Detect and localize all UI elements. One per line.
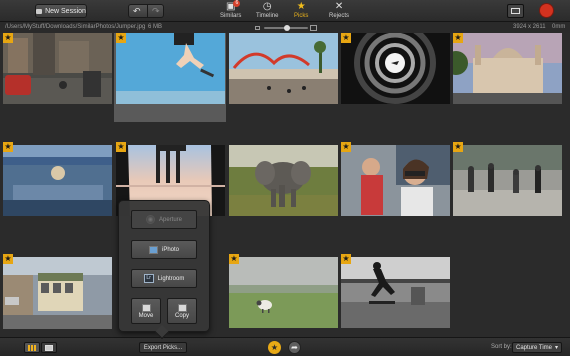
toolbar: New Session ↶ ↷ ▣ 6 Similars ◷ Timeline ★… xyxy=(0,0,570,22)
export-aperture-button[interactable]: Aperture xyxy=(131,210,197,229)
zoom-knob[interactable] xyxy=(284,25,290,31)
iphoto-icon xyxy=(148,245,158,254)
pick-flag-icon[interactable]: ★ xyxy=(116,142,126,152)
aperture-icon xyxy=(145,215,155,224)
grid-view-button[interactable] xyxy=(24,342,40,353)
clock-icon: ◷ xyxy=(262,1,272,12)
pick-flag-icon[interactable]: ★ xyxy=(116,33,126,43)
mode-rejects[interactable]: ✕ Rejects xyxy=(329,1,349,21)
fullscreen-button[interactable] xyxy=(507,4,524,18)
large-thumb-icon xyxy=(310,25,317,31)
similars-icon: ▣ 6 xyxy=(226,0,241,13)
folder-icon xyxy=(36,8,43,14)
thumb-amusement-park[interactable] xyxy=(229,33,338,104)
mode-picks[interactable]: ★ Picks xyxy=(294,1,308,21)
grid-icon xyxy=(28,344,36,351)
x-icon: ✕ xyxy=(334,1,344,12)
undo-icon[interactable]: ↶ xyxy=(129,5,144,17)
aperture-label: Aperture xyxy=(158,216,182,223)
thumb-cathedral[interactable] xyxy=(453,33,562,104)
file-size: 6 MB xyxy=(148,24,163,30)
star-icon: ★ xyxy=(296,1,306,12)
export-popover: Aperture iPhoto Lr Lightroom Move Copy xyxy=(118,200,210,340)
thumb-sheep-field[interactable] xyxy=(229,257,338,328)
pick-flag-icon[interactable]: ★ xyxy=(341,142,351,152)
iphoto-label: iPhoto xyxy=(161,246,179,253)
similars-badge: 6 xyxy=(233,0,241,7)
thumb-cable-car[interactable] xyxy=(3,257,112,329)
share-arrow-icon[interactable]: ➦ xyxy=(288,341,301,354)
pick-flag-icon[interactable]: ★ xyxy=(453,33,463,43)
pick-flag-icon[interactable]: ★ xyxy=(3,142,13,152)
screen-icon xyxy=(511,8,520,14)
sort-select[interactable]: Capture Time ▾ xyxy=(512,342,562,353)
move-button[interactable]: Move xyxy=(131,298,161,324)
copy-button[interactable]: Copy xyxy=(167,298,197,324)
single-view-button[interactable] xyxy=(41,342,57,353)
pick-flag-icon[interactable]: ★ xyxy=(229,254,239,264)
pick-star-icon[interactable]: ★ xyxy=(268,341,281,354)
mode-label: Rejects xyxy=(329,13,350,19)
lightroom-label: Lightroom xyxy=(157,275,185,282)
thumb-skateboarder-bw[interactable] xyxy=(341,257,450,328)
history-nav: ↶ ↷ xyxy=(128,4,164,18)
thumb-selfie-friends[interactable] xyxy=(341,145,450,216)
single-image-icon xyxy=(45,344,53,351)
new-session-button[interactable]: New Session xyxy=(35,4,87,18)
bottom-bar: Export Picks... ★ ➦ Sort by: Capture Tim… xyxy=(0,337,570,356)
mode-timeline[interactable]: ◷ Timeline xyxy=(256,1,278,21)
thumb-jumper[interactable] xyxy=(116,33,225,104)
mode-label: Picks xyxy=(294,13,309,19)
app-window: New Session ↶ ↷ ▣ 6 Similars ◷ Timeline ★… xyxy=(0,0,570,356)
sort-value: Capture Time xyxy=(516,344,553,351)
export-iphoto-button[interactable]: iPhoto xyxy=(131,240,197,259)
chevron-down-icon: ▾ xyxy=(554,345,558,351)
mode-similars[interactable]: ▣ 6 Similars xyxy=(220,0,242,21)
export-lightroom-button[interactable]: Lr Lightroom xyxy=(131,269,197,288)
mode-label: Similars xyxy=(220,13,242,19)
record-button[interactable] xyxy=(540,4,553,17)
thumb-spiral-tower[interactable] xyxy=(341,33,450,104)
copy-icon xyxy=(177,303,187,312)
thumb-street-scene[interactable] xyxy=(3,33,112,104)
copy-label: Copy xyxy=(174,312,189,319)
thumb-city-aerial[interactable] xyxy=(3,145,112,216)
pick-flag-icon[interactable]: ★ xyxy=(341,33,351,43)
pick-flag-icon[interactable]: ★ xyxy=(3,33,13,43)
pick-flag-icon[interactable]: ★ xyxy=(341,254,351,264)
zoom-slider[interactable] xyxy=(255,25,317,31)
thumb-elephant[interactable] xyxy=(229,145,338,216)
thumbnail-grid: ★ ★ ★ ★ ★ ★ ★ ★ ★ ★ ★ xyxy=(0,33,570,337)
lightroom-icon: Lr xyxy=(143,274,154,283)
redo-icon[interactable]: ↷ xyxy=(147,5,163,17)
info-bar: /Users/MyStuff/Downloads/SimilarPhotos/J… xyxy=(0,22,570,33)
pick-flag-icon[interactable]: ★ xyxy=(453,142,463,152)
move-icon xyxy=(141,303,151,312)
small-thumb-icon xyxy=(255,26,260,30)
sort-by-label: Sort by: xyxy=(491,344,512,350)
file-path: /Users/MyStuff/Downloads/SimilarPhotos/J… xyxy=(5,24,146,30)
mode-label: Timeline xyxy=(256,13,279,19)
move-label: Move xyxy=(138,312,154,319)
new-session-label: New Session xyxy=(45,7,86,15)
focal-distance: 0mm xyxy=(552,24,566,30)
thumb-crowd-square[interactable] xyxy=(453,145,562,216)
pick-flag-icon[interactable]: ★ xyxy=(3,254,13,264)
export-picks-button[interactable]: Export Picks... xyxy=(139,342,187,353)
image-dimensions: 3924 x 2611 xyxy=(513,24,546,30)
